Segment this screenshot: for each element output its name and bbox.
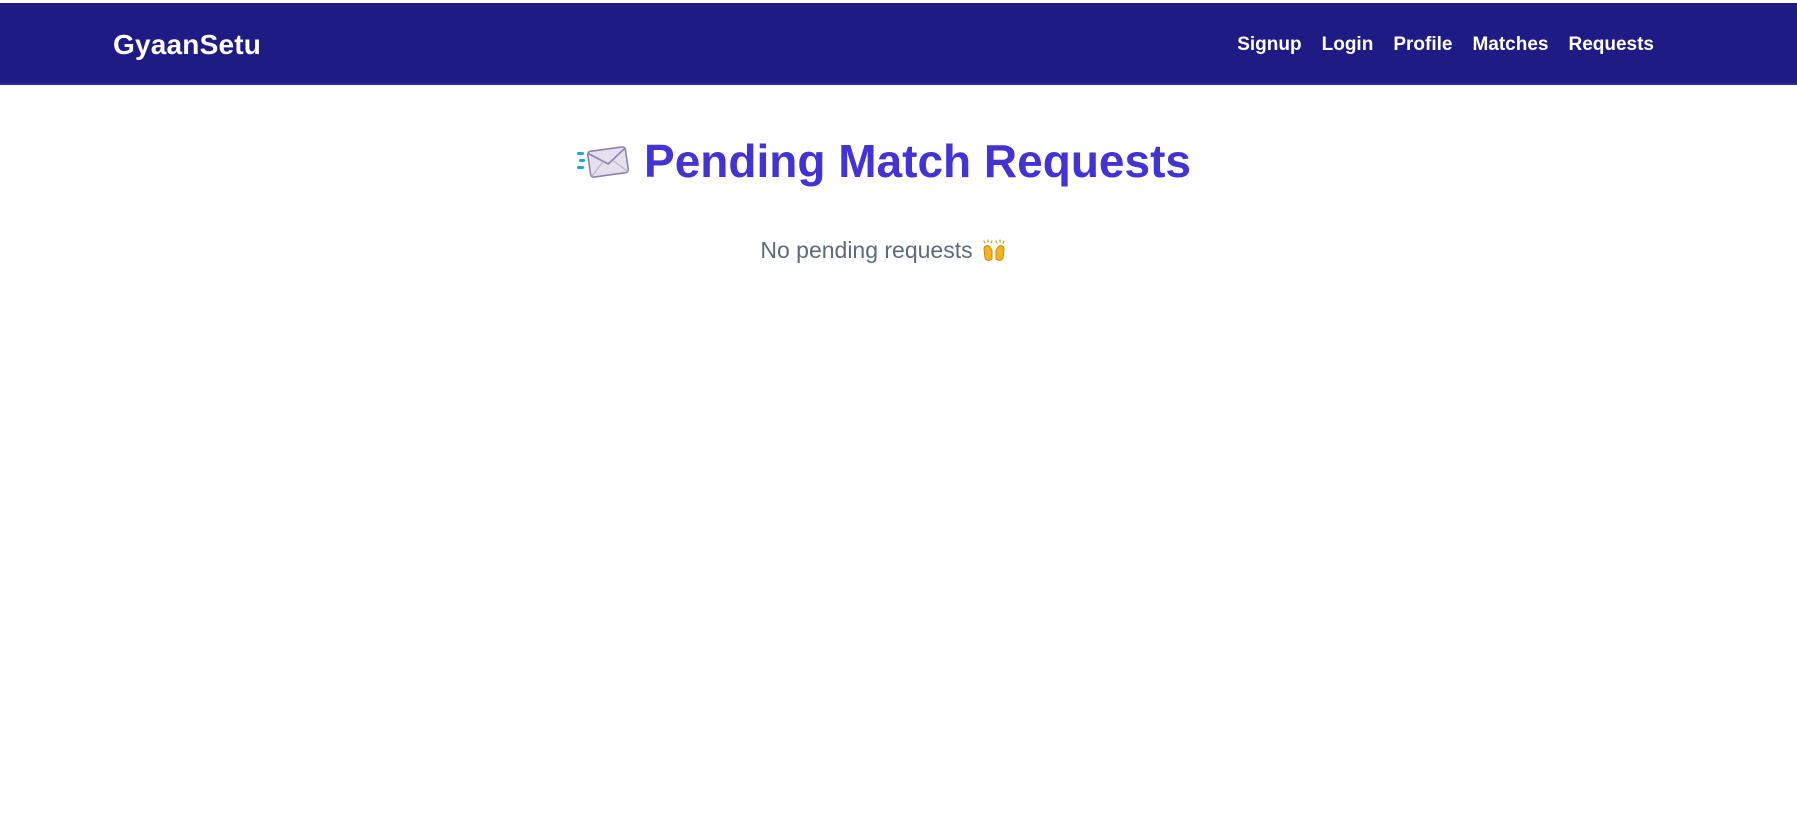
nav-link-signup[interactable]: Signup (1237, 32, 1301, 58)
nav-link-matches[interactable]: Matches (1472, 32, 1548, 58)
incoming-envelope-icon (576, 143, 630, 179)
nav-link-profile[interactable]: Profile (1393, 32, 1452, 58)
page-heading: Pending Match Requests (0, 133, 1797, 189)
page-title: Pending Match Requests (644, 135, 1191, 187)
raising-hands-icon (981, 237, 1007, 263)
nav-link-requests[interactable]: Requests (1568, 32, 1654, 58)
empty-state-text: No pending requests (760, 237, 973, 263)
top-navbar: GyaanSetu Signup Login Profile Matches R… (0, 3, 1797, 85)
nav-links: Signup Login Profile Matches Requests (1237, 32, 1654, 58)
brand-logo-link[interactable]: GyaanSetu (113, 29, 261, 61)
empty-state: No pending requests (0, 235, 1797, 265)
nav-link-login[interactable]: Login (1322, 32, 1374, 58)
